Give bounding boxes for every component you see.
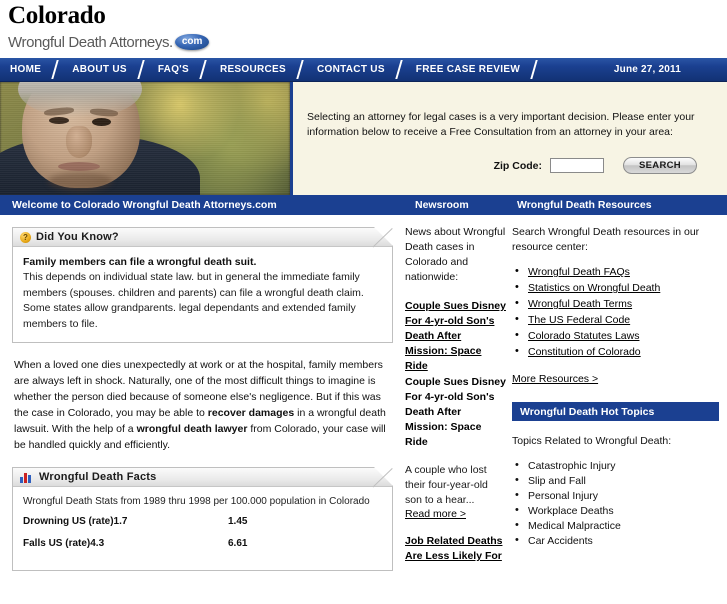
- resources-link-list: Wrongful Death FAQs Statistics on Wrongf…: [512, 264, 719, 360]
- nav-item-contact-us[interactable]: CONTACT US: [307, 58, 395, 81]
- list-item: Wrongful Death FAQs: [512, 264, 719, 280]
- left-column: ? Did You Know? Family members can file …: [0, 223, 405, 604]
- wrongful-death-facts-panel: Wrongful Death Facts Wrongful Death Stat…: [12, 467, 393, 571]
- did-you-know-title: Did You Know?: [36, 231, 119, 243]
- nav-separator-icon: [296, 58, 307, 81]
- nav-separator-icon: [51, 58, 62, 81]
- facts-intro: Wrongful Death Stats from 1989 thru 1998…: [23, 496, 370, 507]
- site-logo[interactable]: Wrongful Death Attorneys. com: [8, 31, 727, 53]
- com-badge: com: [174, 34, 210, 50]
- list-item[interactable]: Catastrophic Injury: [512, 458, 719, 474]
- welcome-label: Welcome to Colorado Wrongful Death Attor…: [12, 199, 277, 211]
- nav-item-home[interactable]: HOME: [0, 58, 51, 81]
- photo-mouth: [58, 162, 100, 171]
- resource-link-statutes[interactable]: Colorado Statutes Laws: [528, 330, 639, 342]
- list-item[interactable]: Personal Injury: [512, 488, 719, 504]
- did-you-know-panel: ? Did You Know? Family members can file …: [12, 227, 393, 343]
- list-item[interactable]: Slip and Fall: [512, 473, 719, 489]
- zip-code-input[interactable]: [550, 158, 604, 173]
- facts-header: Wrongful Death Facts: [13, 467, 393, 488]
- main-navigation: HOME ABOUT US FAQ'S RESOURCES CONTACT US…: [0, 58, 727, 82]
- resource-link-federal-code[interactable]: The US Federal Code: [528, 314, 630, 326]
- hot-topics-list: Catastrophic Injury Slip and Fall Person…: [512, 458, 719, 549]
- facts-body: Wrongful Death Stats from 1989 thru 1998…: [13, 487, 392, 570]
- list-item: The US Federal Code: [512, 312, 719, 328]
- hot-topics-title: Wrongful Death Hot Topics: [520, 405, 655, 418]
- nav-item-about-us[interactable]: ABOUT US: [62, 58, 137, 81]
- zip-code-label: Zip Code:: [493, 159, 542, 172]
- newsroom-column: News about Wrongful Death cases in Color…: [405, 223, 512, 604]
- news-headline-link[interactable]: Couple Sues Disney For 4-yr-old Son's De…: [405, 299, 506, 374]
- photo-nose: [66, 126, 92, 158]
- hot-topics-header: Wrongful Death Hot Topics: [512, 402, 719, 421]
- photo-eye-left: [49, 117, 69, 124]
- more-resources-link[interactable]: More Resources >: [512, 373, 598, 385]
- hero-photo-elderly-man: [0, 82, 290, 195]
- article-bold-wrongful-death-lawyer: wrongful death lawyer: [136, 423, 248, 435]
- table-row: Falls US (rate)4.3 6.61: [23, 538, 382, 549]
- nav-separator-icon: [199, 58, 210, 81]
- newsroom-intro: News about Wrongful Death cases in Color…: [405, 226, 506, 283]
- list-item: Constitution of Colorado: [512, 344, 719, 360]
- resources-header: Wrongful Death Resources: [517, 199, 652, 211]
- page-title: Colorado: [8, 2, 106, 29]
- content-columns: ? Did You Know? Family members can file …: [0, 215, 727, 604]
- facts-title: Wrongful Death Facts: [39, 471, 157, 483]
- resource-link-terms[interactable]: Wrongful Death Terms: [528, 298, 632, 310]
- facts-label: Falls US (rate)4.3: [23, 538, 105, 549]
- nav-separator-icon: [137, 58, 148, 81]
- resource-link-constitution[interactable]: Constitution of Colorado: [528, 346, 641, 358]
- free-consultation-form: Selecting an attorney for legal cases is…: [290, 82, 727, 195]
- resources-intro: Search Wrongful Death resources in our r…: [512, 226, 700, 253]
- list-item[interactable]: Workplace Deaths: [512, 503, 719, 519]
- section-header-bar: Welcome to Colorado Wrongful Death Attor…: [0, 195, 727, 215]
- zip-search-row: Zip Code: SEARCH: [307, 157, 703, 174]
- nav-separator-icon: [530, 58, 541, 81]
- did-you-know-headline: Family members can file a wrongful death…: [23, 256, 257, 268]
- current-date: June 27, 2011: [613, 64, 681, 75]
- nav-separator-icon: [395, 58, 406, 81]
- site-header: Colorado Wrongful Death Attorneys. com: [0, 0, 727, 58]
- did-you-know-body: Family members can file a wrongful death…: [13, 247, 392, 342]
- did-you-know-text: This depends on individual state law. bu…: [23, 271, 364, 330]
- nav-item-faqs[interactable]: FAQ'S: [148, 58, 199, 81]
- facts-label: Drowning US (rate)1.7: [23, 516, 128, 527]
- did-you-know-header: ? Did You Know?: [13, 227, 393, 248]
- question-mark-icon: ?: [20, 231, 31, 243]
- photo-chin-shadow: [48, 172, 112, 190]
- site-name-label: Wrongful Death Attorneys.: [8, 33, 173, 51]
- photo-eye-right: [92, 118, 111, 126]
- news-headline-link-2[interactable]: Job Related Deaths Are Less Likely For: [405, 534, 506, 564]
- list-item: Wrongful Death Terms: [512, 296, 719, 312]
- list-item[interactable]: Medical Malpractice: [512, 518, 719, 534]
- nav-item-resources[interactable]: RESOURCES: [210, 58, 296, 81]
- nav-item-free-case-review[interactable]: FREE CASE REVIEW: [406, 58, 530, 81]
- article-bold-recover-damages: recover damages: [207, 407, 295, 419]
- hot-topics-intro: Topics Related to Wrongful Death:: [512, 435, 672, 447]
- search-button[interactable]: SEARCH: [623, 157, 697, 174]
- resources-column: Search Wrongful Death resources in our r…: [512, 223, 727, 604]
- resource-link-statistics[interactable]: Statistics on Wrongful Death: [528, 282, 660, 294]
- news-headline-repeat: Couple Sues Disney For 4-yr-old Son's De…: [405, 376, 506, 448]
- news-snippet: A couple who lost their four-year-old so…: [405, 464, 488, 506]
- facts-value: 6.61: [228, 538, 248, 549]
- table-row: Drowning US (rate)1.7 1.45: [23, 516, 382, 527]
- list-item: Statistics on Wrongful Death: [512, 280, 719, 296]
- read-more-link[interactable]: Read more >: [405, 508, 466, 520]
- consultation-blurb: Selecting an attorney for legal cases is…: [307, 111, 695, 138]
- main-article-paragraph: When a loved one dies unexpectedly at wo…: [14, 357, 391, 453]
- hero-section: Selecting an attorney for legal cases is…: [0, 82, 727, 195]
- resource-link-faqs[interactable]: Wrongful Death FAQs: [528, 266, 630, 278]
- list-item: Colorado Statutes Laws: [512, 328, 719, 344]
- facts-value: 1.45: [228, 516, 248, 527]
- bar-chart-icon: [20, 472, 33, 483]
- list-item[interactable]: Car Accidents: [512, 533, 719, 549]
- newsroom-header: Newsroom: [415, 199, 469, 211]
